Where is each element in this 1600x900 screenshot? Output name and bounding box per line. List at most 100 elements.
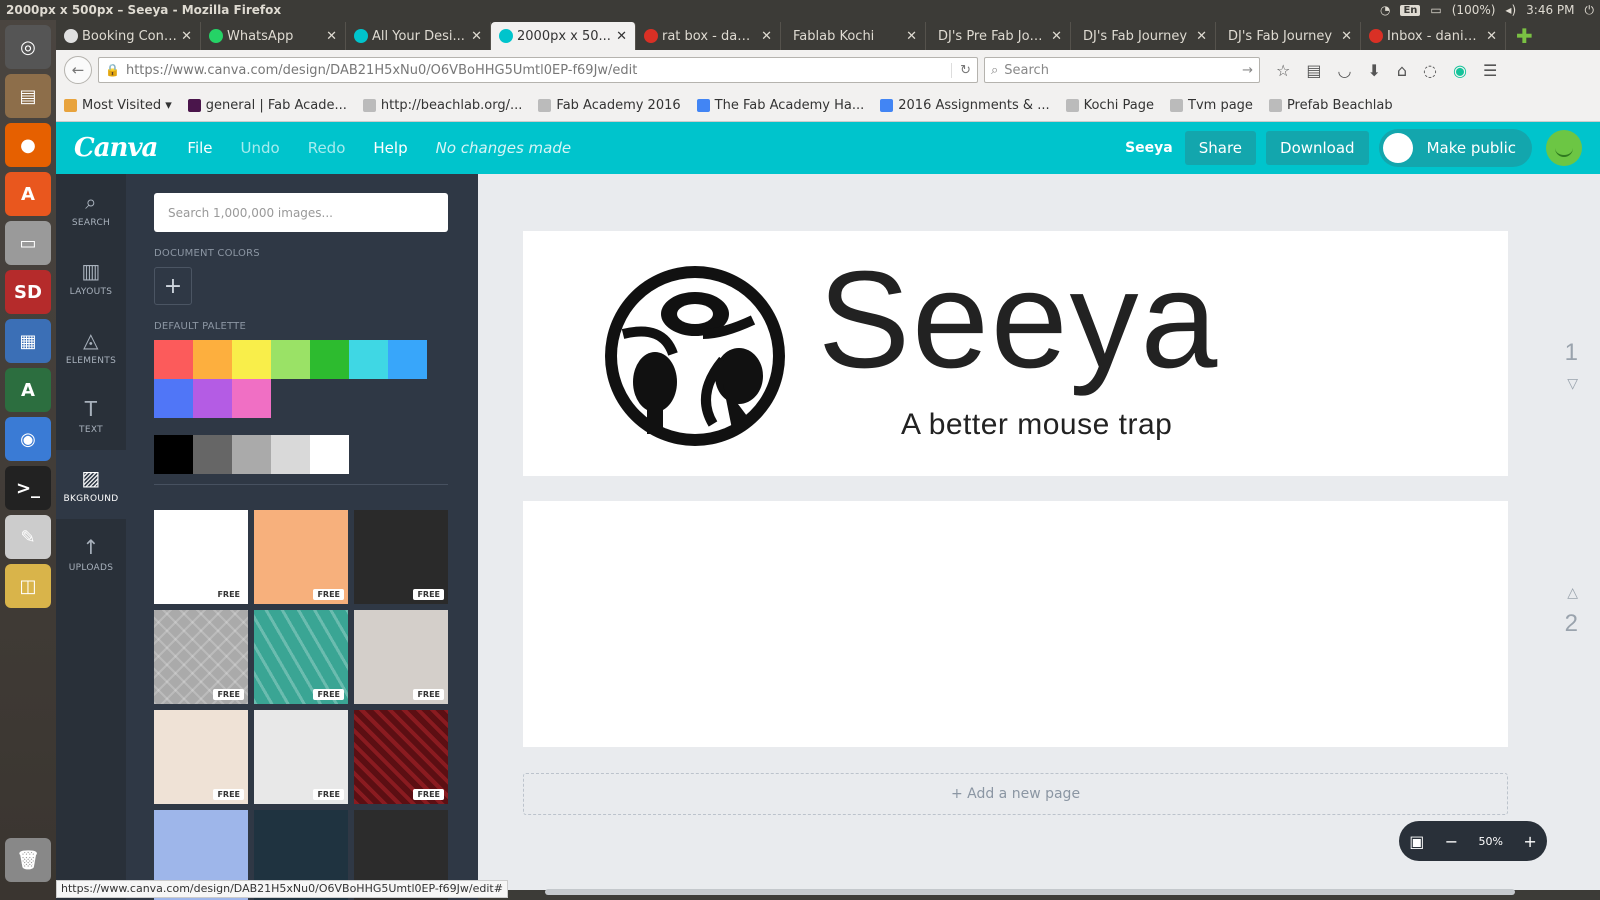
close-tab-icon[interactable]: ✕ <box>1341 29 1352 44</box>
color-swatch[interactable] <box>154 379 193 418</box>
bookmark-item[interactable]: 2016 Assignments & ... <box>880 98 1050 113</box>
color-swatch[interactable] <box>232 340 271 379</box>
bookmark-item[interactable]: Tvm page <box>1170 98 1253 113</box>
close-tab-icon[interactable]: ✕ <box>181 29 192 44</box>
horizontal-scrollbar[interactable] <box>545 889 1515 895</box>
browser-tab[interactable]: Booking Confirm...✕ <box>56 22 201 50</box>
trash-icon[interactable]: 🗑 <box>5 838 51 882</box>
share-button[interactable]: Share <box>1184 131 1257 165</box>
background-tile[interactable]: FREE <box>254 510 348 604</box>
close-tab-icon[interactable]: ✕ <box>1486 29 1497 44</box>
avatar[interactable] <box>1546 130 1582 166</box>
back-button[interactable]: ← <box>64 56 92 84</box>
search-bar[interactable]: ⌕ Search → <box>984 57 1260 83</box>
close-tab-icon[interactable]: ✕ <box>326 29 337 44</box>
close-tab-icon[interactable]: ✕ <box>616 29 627 44</box>
screenshot-tool-icon[interactable]: ◫ <box>5 564 51 608</box>
undo-button[interactable]: Undo <box>241 139 280 157</box>
bookmark-item[interactable]: http://beachlab.org/... <box>362 98 522 113</box>
browser-tab[interactable]: DJ's Fab Journey ✕ <box>1071 22 1216 50</box>
address-bar[interactable]: 🔒 https://www.canva.com/design/DAB21H5xN… <box>98 57 978 83</box>
text-editor-icon[interactable]: ✎ <box>5 515 51 559</box>
brand-name-text[interactable]: Seeya <box>818 241 1219 400</box>
reload-icon[interactable]: ↻ <box>951 62 971 78</box>
color-swatch[interactable] <box>154 340 193 379</box>
present-icon[interactable]: ▣ <box>1409 832 1424 851</box>
color-swatch[interactable] <box>310 340 349 379</box>
background-tile[interactable]: FREE <box>254 710 348 804</box>
browser-tab[interactable]: rat box - dan... ✕ <box>636 22 781 50</box>
keyboard-layout-indicator[interactable]: En <box>1400 4 1421 16</box>
background-tile[interactable]: FREE <box>154 610 248 704</box>
add-new-page-button[interactable]: + Add a new page <box>523 773 1508 815</box>
canva-logo[interactable]: Canva <box>74 133 158 163</box>
dash-home-icon[interactable]: ◎ <box>5 25 51 69</box>
grammarly-icon[interactable]: ◉ <box>1453 61 1467 80</box>
background-tile[interactable]: FREE <box>354 610 448 704</box>
rail-item-search[interactable]: ⌕ SEARCH <box>56 174 126 243</box>
browser-tab[interactable]: Inbox - danie... ✕ <box>1361 22 1506 50</box>
reading-list-icon[interactable]: ▤ <box>1306 61 1321 80</box>
drive-icon[interactable]: ▭ <box>5 221 51 265</box>
software-center-icon[interactable]: A <box>5 172 51 216</box>
menu-icon[interactable]: ☰ <box>1483 61 1497 80</box>
zoom-in-button[interactable]: + <box>1523 832 1536 851</box>
make-public-toggle[interactable]: Make public <box>1378 129 1532 167</box>
search-input[interactable]: Search <box>1004 63 1236 78</box>
color-swatch[interactable] <box>388 340 427 379</box>
background-tile[interactable]: FREE <box>354 710 448 804</box>
browser-tab[interactable]: All Your Desi... ✕ <box>346 22 491 50</box>
image-search-input[interactable]: Search 1,000,000 images... <box>154 193 448 232</box>
background-tile[interactable]: FREE <box>154 510 248 604</box>
zoom-out-button[interactable]: − <box>1445 832 1458 851</box>
add-color-button[interactable]: + <box>154 267 192 305</box>
files-icon[interactable]: ▤ <box>5 74 51 118</box>
color-swatch[interactable] <box>349 340 388 379</box>
close-tab-icon[interactable]: ✕ <box>761 29 772 44</box>
close-tab-icon[interactable]: ✕ <box>906 29 917 44</box>
color-swatch[interactable] <box>232 379 271 418</box>
bookmark-item[interactable]: Fab Academy 2016 <box>538 98 681 113</box>
url-text[interactable]: https://www.canva.com/design/DAB21H5xNu0… <box>126 63 945 78</box>
gray-swatch[interactable] <box>232 435 271 474</box>
secure-lock-icon[interactable]: 🔒 <box>105 63 120 77</box>
fab-lab-logo-icon[interactable] <box>603 264 787 448</box>
color-swatch[interactable] <box>193 379 232 418</box>
bookmark-star-icon[interactable]: ☆ <box>1276 61 1290 80</box>
updater-icon[interactable]: A <box>5 368 51 412</box>
bookmark-item[interactable]: general | Fab Acade... <box>187 98 347 113</box>
battery-icon[interactable]: ▭ <box>1430 3 1441 17</box>
rail-item-layouts[interactable]: ▥ LAYOUTS <box>56 243 126 312</box>
power-icon[interactable]: ⏻ <box>1585 3 1595 18</box>
browser-tab[interactable]: 2000px x 50... ✕ <box>491 22 636 50</box>
background-tile[interactable]: FREE <box>354 510 448 604</box>
wifi-icon[interactable]: ◔ <box>1380 3 1390 17</box>
pocket-icon[interactable]: ◡ <box>1337 61 1351 80</box>
rail-item-bkground[interactable]: ▨ BKGROUND <box>56 450 126 519</box>
new-tab-button[interactable]: ✚ <box>1506 22 1543 50</box>
redo-button[interactable]: Redo <box>308 139 346 157</box>
volume-icon[interactable]: ◂) <box>1505 3 1516 17</box>
page-up-icon[interactable]: △ <box>1567 584 1578 601</box>
bookmark-item[interactable]: Most Visited ▾ <box>64 98 172 113</box>
browser-tab[interactable]: DJ's Pre Fab Jou... ✕ <box>926 22 1071 50</box>
search-go-icon[interactable]: → <box>1242 63 1253 78</box>
terminal-icon[interactable]: >_ <box>5 466 51 510</box>
bookmark-item[interactable]: Kochi Page <box>1065 98 1154 113</box>
design-page-2[interactable] <box>523 501 1508 747</box>
bookmark-item[interactable]: The Fab Academy Ha... <box>696 98 864 113</box>
gray-swatch[interactable] <box>271 435 310 474</box>
clock[interactable]: 3:46 PM <box>1526 3 1574 17</box>
background-tile[interactable]: FREE <box>154 710 248 804</box>
close-tab-icon[interactable]: ✕ <box>1051 29 1062 44</box>
close-tab-icon[interactable]: ✕ <box>471 29 482 44</box>
download-button[interactable]: Download <box>1266 131 1369 165</box>
browser-tab[interactable]: DJ's Fab Journey ✕ <box>1216 22 1361 50</box>
downloads-icon[interactable]: ⬇ <box>1367 61 1380 80</box>
design-title[interactable]: Seeya <box>1125 140 1173 156</box>
rail-item-uploads[interactable]: ↑ UPLOADS <box>56 519 126 588</box>
background-tile[interactable]: FREE <box>254 610 348 704</box>
firefox-icon[interactable]: ● <box>5 123 51 167</box>
tagline-text[interactable]: A better mouse trap <box>901 408 1172 442</box>
chromium-icon[interactable]: ◉ <box>5 417 51 461</box>
